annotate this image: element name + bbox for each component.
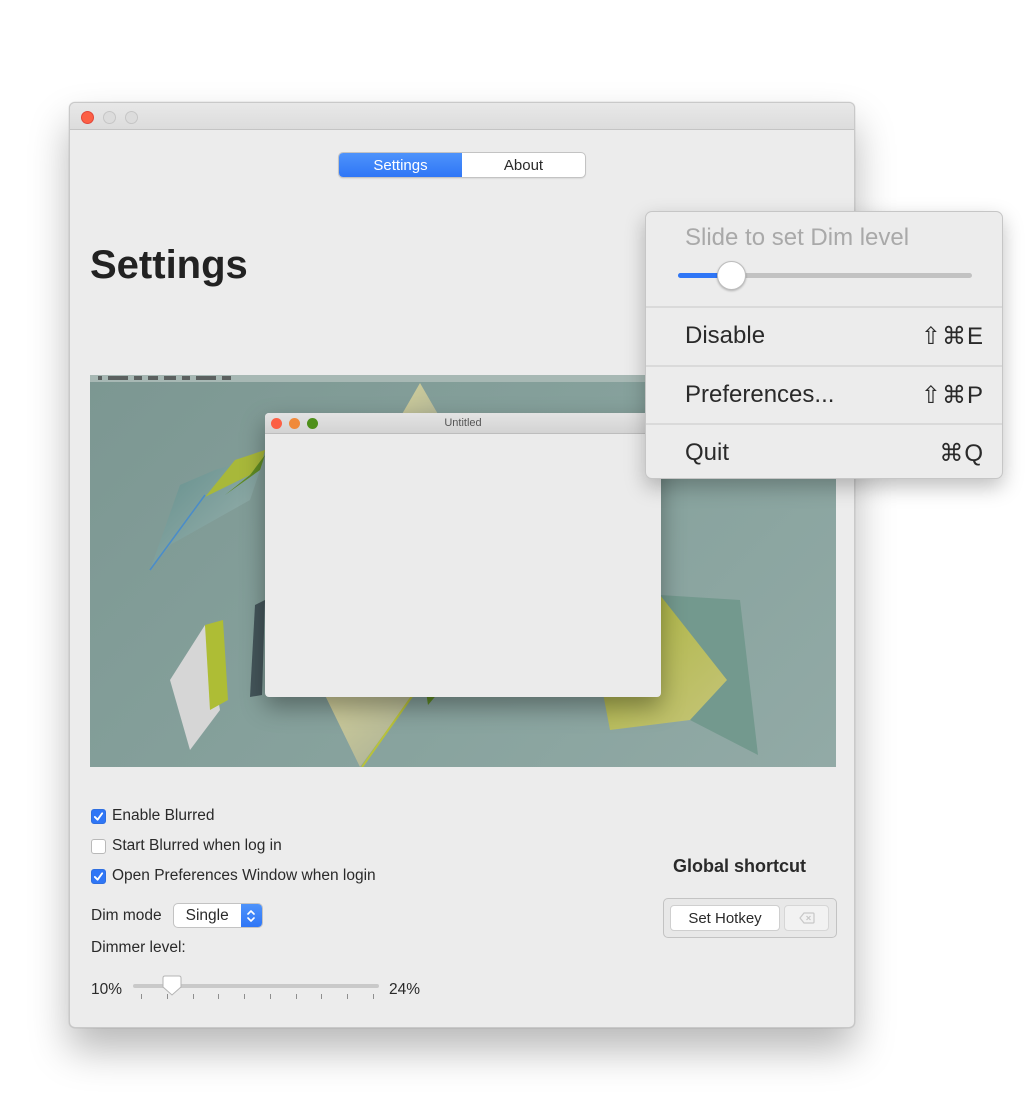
checkbox-label: Enable Blurred xyxy=(112,807,215,824)
zoom-button[interactable] xyxy=(125,111,138,124)
slider-tick xyxy=(269,994,271,999)
dim-mode-label: Dim mode xyxy=(91,906,162,924)
slider-tick xyxy=(295,994,297,999)
menu-item-disable[interactable]: Disable ⇧⌘E xyxy=(646,308,1002,364)
menu-item-preferences[interactable]: Preferences... ⇧⌘P xyxy=(646,367,1002,423)
chevron-up-down-icon xyxy=(240,904,262,927)
slider-tick xyxy=(244,994,246,999)
menu-item-label: Preferences... xyxy=(685,381,835,408)
close-button[interactable] xyxy=(81,111,94,124)
enable-blurred-checkbox[interactable]: Enable Blurred xyxy=(91,801,376,831)
menu-item-shortcut: ⇧⌘P xyxy=(920,381,984,409)
checkbox-checked-icon[interactable] xyxy=(91,808,106,824)
tab-control: Settings About xyxy=(338,152,586,178)
tab-settings[interactable]: Settings xyxy=(339,153,462,177)
checkbox-label: Open Preferences Window when login xyxy=(112,867,376,884)
minimize-button[interactable] xyxy=(103,111,116,124)
dim-mode-popup[interactable]: Single xyxy=(172,903,263,928)
start-blurred-checkbox[interactable]: Start Blurred when log in xyxy=(91,831,376,861)
dimmer-level-row: 10% 24% xyxy=(91,973,431,1003)
slider-tick xyxy=(321,994,323,999)
slider-tick xyxy=(347,994,349,999)
menu-item-shortcut: ⌘Q xyxy=(939,439,984,467)
dim-level-slider-thumb[interactable] xyxy=(716,261,746,290)
delete-left-icon xyxy=(798,912,815,924)
options-checkbox-group: Enable Blurred Start Blurred when log in… xyxy=(91,801,376,891)
set-hotkey-button[interactable]: Set Hotkey xyxy=(670,905,780,931)
slider-tick xyxy=(373,994,374,999)
sample-window-titlebar: Untitled xyxy=(265,413,661,434)
global-shortcut-title: Global shortcut xyxy=(673,856,807,876)
hotkey-recorder: Set Hotkey xyxy=(663,898,837,938)
clear-hotkey-button[interactable] xyxy=(784,905,829,931)
dimmer-level-label: Dimmer level: xyxy=(91,939,186,956)
dimmer-max-label: 24% xyxy=(389,981,421,998)
checkbox-label: Start Blurred when log in xyxy=(112,837,282,854)
checkbox-checked-icon[interactable] xyxy=(91,868,106,884)
dimmer-min-label: 10% xyxy=(91,981,123,998)
slider-tick xyxy=(141,994,142,999)
menu-item-label: Disable xyxy=(685,322,766,349)
shape-mid-dark xyxy=(250,600,265,697)
page-title: Settings xyxy=(90,243,248,287)
dim-mode-row: Dim mode Single xyxy=(91,903,263,928)
menu-item-shortcut: ⇧⌘E xyxy=(920,322,984,350)
menu-item-label: Quit xyxy=(685,439,730,466)
sample-window-title: Untitled xyxy=(444,417,482,429)
dimmer-level-slider-thumb[interactable] xyxy=(162,975,182,997)
slider-tick xyxy=(192,994,194,999)
slider-tick xyxy=(218,994,220,999)
dim-mode-value: Single xyxy=(185,906,229,924)
title-bar[interactable] xyxy=(70,103,854,130)
status-bar-menu: Slide to set Dim level Disable ⇧⌘E Prefe… xyxy=(645,211,1003,479)
tab-about[interactable]: About xyxy=(462,153,585,177)
menu-item-quit[interactable]: Quit ⌘Q xyxy=(646,425,1002,481)
open-preferences-checkbox[interactable]: Open Preferences Window when login xyxy=(91,861,376,891)
dim-slider-label: Slide to set Dim level xyxy=(685,224,910,251)
checkbox-unchecked-icon[interactable] xyxy=(91,838,106,854)
sample-window: Untitled xyxy=(265,413,661,697)
